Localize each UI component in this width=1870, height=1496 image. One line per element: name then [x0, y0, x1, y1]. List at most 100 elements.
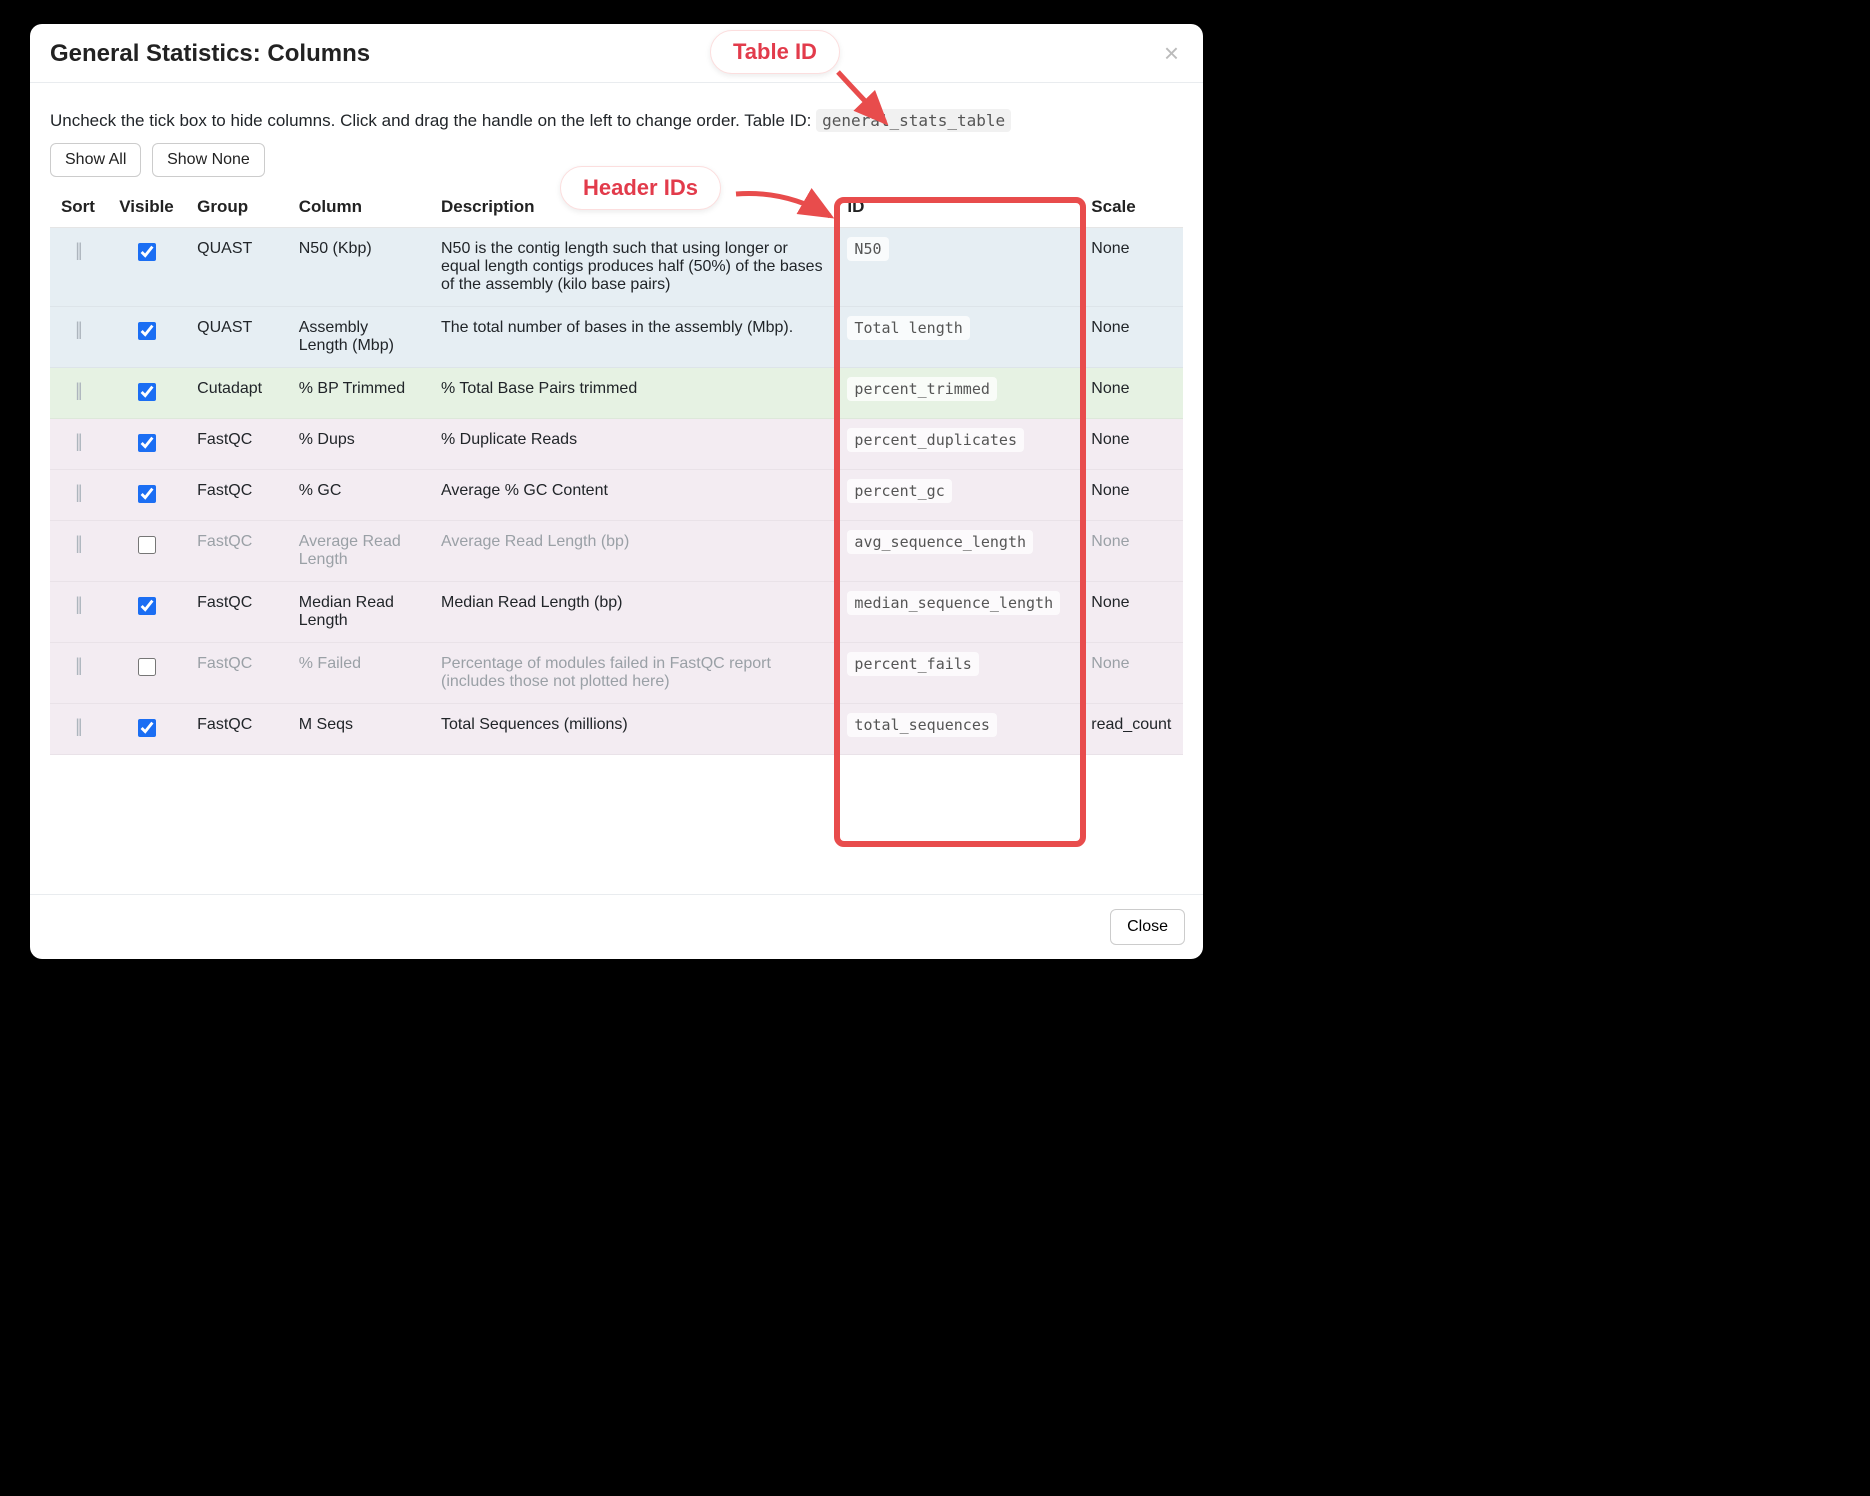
- column-id-code: median_sequence_length: [847, 591, 1060, 615]
- column-id-code: N50: [847, 237, 888, 261]
- cell-group: FastQC: [187, 419, 289, 470]
- drag-handle-icon[interactable]: ||: [60, 380, 96, 401]
- modal-dialog: General Statistics: Columns × Uncheck th…: [30, 24, 1203, 959]
- modal-title: General Statistics: Columns: [50, 40, 370, 68]
- instructions-prefix: Uncheck the tick box to hide columns. Cl…: [50, 111, 816, 130]
- cell-scale: None: [1081, 307, 1183, 368]
- cell-id: percent_gc: [837, 470, 1081, 521]
- cell-scale: None: [1081, 419, 1183, 470]
- modal-header: General Statistics: Columns ×: [30, 24, 1203, 83]
- column-id-code: percent_duplicates: [847, 428, 1024, 452]
- cell-desc: Total Sequences (millions): [431, 704, 837, 755]
- header-group: Group: [187, 187, 289, 228]
- visible-checkbox[interactable]: [138, 322, 156, 340]
- drag-handle-icon[interactable]: ||: [60, 319, 96, 340]
- drag-handle-icon[interactable]: ||: [60, 655, 96, 676]
- cell-scale: read_count: [1081, 704, 1183, 755]
- cell-column: % GC: [289, 470, 431, 521]
- cell-column: Average Read Length: [289, 521, 431, 582]
- cell-scale: None: [1081, 228, 1183, 307]
- button-row: Show All Show None: [50, 143, 1183, 177]
- table-header-row: Sort Visible Group Column Description ID…: [50, 187, 1183, 228]
- header-description: Description: [431, 187, 837, 228]
- cell-scale: None: [1081, 643, 1183, 704]
- show-none-button[interactable]: Show None: [152, 143, 265, 177]
- visible-checkbox[interactable]: [138, 243, 156, 261]
- cell-desc: Median Read Length (bp): [431, 582, 837, 643]
- cell-id: median_sequence_length: [837, 582, 1081, 643]
- visible-checkbox[interactable]: [138, 719, 156, 737]
- drag-handle-icon[interactable]: ||: [60, 716, 96, 737]
- cell-group: FastQC: [187, 582, 289, 643]
- header-visible: Visible: [106, 187, 187, 228]
- header-scale: Scale: [1081, 187, 1183, 228]
- header-column: Column: [289, 187, 431, 228]
- cell-id: Total length: [837, 307, 1081, 368]
- columns-table: Sort Visible Group Column Description ID…: [50, 187, 1183, 755]
- cell-desc: Average Read Length (bp): [431, 521, 837, 582]
- cell-column: Assembly Length (Mbp): [289, 307, 431, 368]
- close-icon[interactable]: ×: [1160, 40, 1183, 66]
- header-id: ID: [837, 187, 1081, 228]
- table-row: || FastQCAverage Read LengthAverage Read …: [50, 521, 1183, 582]
- cell-desc: % Total Base Pairs trimmed: [431, 368, 837, 419]
- cell-group: FastQC: [187, 470, 289, 521]
- cell-group: QUAST: [187, 228, 289, 307]
- cell-column: % Dups: [289, 419, 431, 470]
- visible-checkbox[interactable]: [138, 383, 156, 401]
- cell-id: percent_trimmed: [837, 368, 1081, 419]
- drag-handle-icon[interactable]: ||: [60, 482, 96, 503]
- cell-column: % BP Trimmed: [289, 368, 431, 419]
- show-all-button[interactable]: Show All: [50, 143, 141, 177]
- cell-desc: N50 is the contig length such that using…: [431, 228, 837, 307]
- column-id-code: percent_gc: [847, 479, 951, 503]
- cell-desc: The total number of bases in the assembl…: [431, 307, 837, 368]
- table-row: || FastQC% GCAverage % GC Content percent_…: [50, 470, 1183, 521]
- close-button[interactable]: Close: [1110, 909, 1185, 945]
- cell-scale: None: [1081, 521, 1183, 582]
- cell-id: avg_sequence_length: [837, 521, 1081, 582]
- table-row: || FastQC% Dups% Duplicate Reads percent_d…: [50, 419, 1183, 470]
- drag-handle-icon[interactable]: ||: [60, 240, 96, 261]
- column-id-code: Total length: [847, 316, 969, 340]
- table-row: || Cutadapt% BP Trimmed% Total Base Pairs…: [50, 368, 1183, 419]
- table-row: || FastQC% FailedPercentage of modules fa…: [50, 643, 1183, 704]
- visible-checkbox[interactable]: [138, 658, 156, 676]
- drag-handle-icon[interactable]: ||: [60, 431, 96, 452]
- table-id-code: general_stats_table: [816, 109, 1011, 132]
- modal-body: Uncheck the tick box to hide columns. Cl…: [30, 83, 1203, 894]
- visible-checkbox[interactable]: [138, 434, 156, 452]
- cell-group: FastQC: [187, 643, 289, 704]
- cell-column: Median Read Length: [289, 582, 431, 643]
- cell-column: % Failed: [289, 643, 431, 704]
- column-id-code: total_sequences: [847, 713, 996, 737]
- cell-group: QUAST: [187, 307, 289, 368]
- instructions-text: Uncheck the tick box to hide columns. Cl…: [50, 111, 1183, 131]
- cell-id: total_sequences: [837, 704, 1081, 755]
- table-row: || FastQCMedian Read LengthMedian Read Le…: [50, 582, 1183, 643]
- cell-column: M Seqs: [289, 704, 431, 755]
- cell-desc: Average % GC Content: [431, 470, 837, 521]
- visible-checkbox[interactable]: [138, 485, 156, 503]
- visible-checkbox[interactable]: [138, 536, 156, 554]
- cell-column: N50 (Kbp): [289, 228, 431, 307]
- visible-checkbox[interactable]: [138, 597, 156, 615]
- table-row: || QUASTN50 (Kbp)N50 is the contig length…: [50, 228, 1183, 307]
- table-row: || FastQCM SeqsTotal Sequences (millions)…: [50, 704, 1183, 755]
- cell-id: percent_duplicates: [837, 419, 1081, 470]
- drag-handle-icon[interactable]: ||: [60, 594, 96, 615]
- cell-id: percent_fails: [837, 643, 1081, 704]
- cell-desc: Percentage of modules failed in FastQC r…: [431, 643, 837, 704]
- cell-scale: None: [1081, 582, 1183, 643]
- column-id-code: percent_fails: [847, 652, 978, 676]
- column-id-code: percent_trimmed: [847, 377, 996, 401]
- modal-footer: Close: [30, 894, 1203, 959]
- cell-group: FastQC: [187, 704, 289, 755]
- cell-scale: None: [1081, 368, 1183, 419]
- cell-desc: % Duplicate Reads: [431, 419, 837, 470]
- drag-handle-icon[interactable]: ||: [60, 533, 96, 554]
- header-sort: Sort: [50, 187, 106, 228]
- cell-group: Cutadapt: [187, 368, 289, 419]
- cell-group: FastQC: [187, 521, 289, 582]
- column-id-code: avg_sequence_length: [847, 530, 1033, 554]
